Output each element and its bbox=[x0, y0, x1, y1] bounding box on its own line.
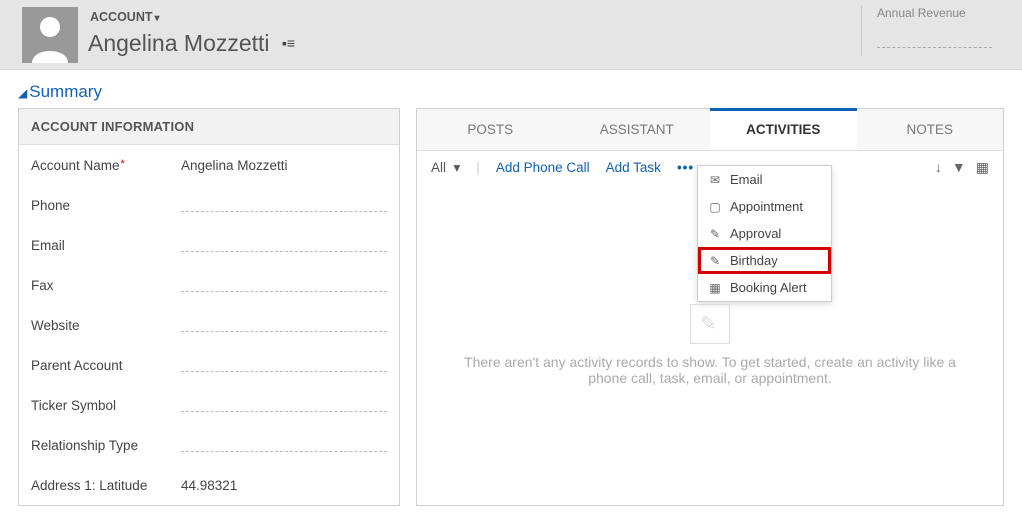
value-relationship-type[interactable] bbox=[181, 438, 387, 452]
value-fax[interactable] bbox=[181, 278, 387, 292]
field-phone[interactable]: Phone bbox=[19, 185, 399, 225]
menu-item-birthday[interactable]: ✎Birthday bbox=[698, 247, 831, 274]
document-icon bbox=[690, 304, 730, 344]
menu-item-booking-alert[interactable]: ▦Booking Alert bbox=[698, 274, 831, 301]
value-email[interactable] bbox=[181, 238, 387, 252]
value-website[interactable] bbox=[181, 318, 387, 332]
value-parent-account[interactable] bbox=[181, 358, 387, 372]
field-ticker[interactable]: Ticker Symbol bbox=[19, 385, 399, 425]
field-email[interactable]: Email bbox=[19, 225, 399, 265]
sort-icon[interactable]: ↓ bbox=[935, 159, 942, 176]
add-phone-call-link[interactable]: Add Phone Call bbox=[496, 160, 590, 175]
field-fax[interactable]: Fax bbox=[19, 265, 399, 305]
activities-panel: POSTS ASSISTANT ACTIVITIES NOTES All ▾ |… bbox=[416, 108, 1004, 506]
filter-all-dropdown[interactable]: All ▾ bbox=[431, 160, 460, 176]
filter-icon[interactable]: ▼ bbox=[952, 159, 966, 176]
value-ticker[interactable] bbox=[181, 398, 387, 412]
label-fax: Fax bbox=[31, 278, 181, 293]
more-activities-button[interactable]: ••• bbox=[677, 160, 694, 175]
annual-revenue-field[interactable]: Annual Revenue bbox=[877, 6, 992, 48]
email-icon: ✉ bbox=[708, 173, 722, 187]
activity-type-menu: ✉Email ▢Appointment ✎Approval ✎Birthday … bbox=[697, 165, 832, 302]
label-parent-account: Parent Account bbox=[31, 358, 181, 373]
record-header: ACCOUNT▾ Angelina Mozzetti ▪≡ Annual Rev… bbox=[0, 0, 1022, 70]
menu-item-email[interactable]: ✉Email bbox=[698, 166, 831, 193]
label-ticker: Ticker Symbol bbox=[31, 398, 181, 413]
tab-notes[interactable]: NOTES bbox=[857, 109, 1004, 150]
menu-item-appointment[interactable]: ▢Appointment bbox=[698, 193, 831, 220]
separator: | bbox=[476, 160, 480, 175]
label-relationship-type: Relationship Type bbox=[31, 438, 181, 453]
value-account-name[interactable]: Angelina Mozzetti bbox=[181, 158, 387, 173]
more-menu-icon[interactable]: ▪≡ bbox=[282, 35, 295, 51]
field-website[interactable]: Website bbox=[19, 305, 399, 345]
label-address1-latitude: Address 1: Latitude bbox=[31, 478, 181, 493]
tab-posts[interactable]: POSTS bbox=[417, 109, 564, 150]
value-address1-latitude[interactable]: 44.98321 bbox=[181, 478, 387, 493]
add-task-link[interactable]: Add Task bbox=[606, 160, 661, 175]
collapse-arrow-icon: ◢ bbox=[18, 86, 27, 100]
account-information-header: ACCOUNT INFORMATION bbox=[19, 109, 399, 145]
field-parent-account[interactable]: Parent Account bbox=[19, 345, 399, 385]
annual-revenue-value[interactable] bbox=[877, 28, 992, 48]
account-information-panel: ACCOUNT INFORMATION Account Name* Angeli… bbox=[18, 108, 400, 506]
label-account-name: Account Name* bbox=[31, 158, 181, 173]
grid-icon[interactable]: ▦ bbox=[976, 159, 989, 176]
avatar bbox=[22, 7, 78, 63]
summary-section-toggle[interactable]: ◢Summary bbox=[0, 70, 1022, 108]
menu-item-approval[interactable]: ✎Approval bbox=[698, 220, 831, 247]
field-account-name[interactable]: Account Name* Angelina Mozzetti bbox=[19, 145, 399, 185]
caret-icon: ▾ bbox=[155, 13, 160, 24]
birthday-icon: ✎ bbox=[708, 254, 722, 268]
tab-assistant[interactable]: ASSISTANT bbox=[564, 109, 711, 150]
label-email: Email bbox=[31, 238, 181, 253]
separator bbox=[861, 6, 862, 56]
label-phone: Phone bbox=[31, 198, 181, 213]
activity-tabs: POSTS ASSISTANT ACTIVITIES NOTES bbox=[417, 109, 1003, 151]
appointment-icon: ▢ bbox=[708, 200, 722, 214]
field-relationship-type[interactable]: Relationship Type bbox=[19, 425, 399, 465]
approval-icon: ✎ bbox=[708, 227, 722, 241]
label-website: Website bbox=[31, 318, 181, 333]
booking-icon: ▦ bbox=[708, 281, 722, 295]
entity-type-dropdown[interactable]: ACCOUNT▾ bbox=[90, 10, 160, 24]
value-phone[interactable] bbox=[181, 198, 387, 212]
record-name: Angelina Mozzetti ▪≡ bbox=[88, 30, 295, 57]
field-address1-latitude[interactable]: Address 1: Latitude 44.98321 bbox=[19, 465, 399, 505]
tab-activities[interactable]: ACTIVITIES bbox=[710, 109, 857, 150]
annual-revenue-label: Annual Revenue bbox=[877, 6, 992, 20]
empty-state-text: There aren't any activity records to sho… bbox=[447, 354, 973, 386]
